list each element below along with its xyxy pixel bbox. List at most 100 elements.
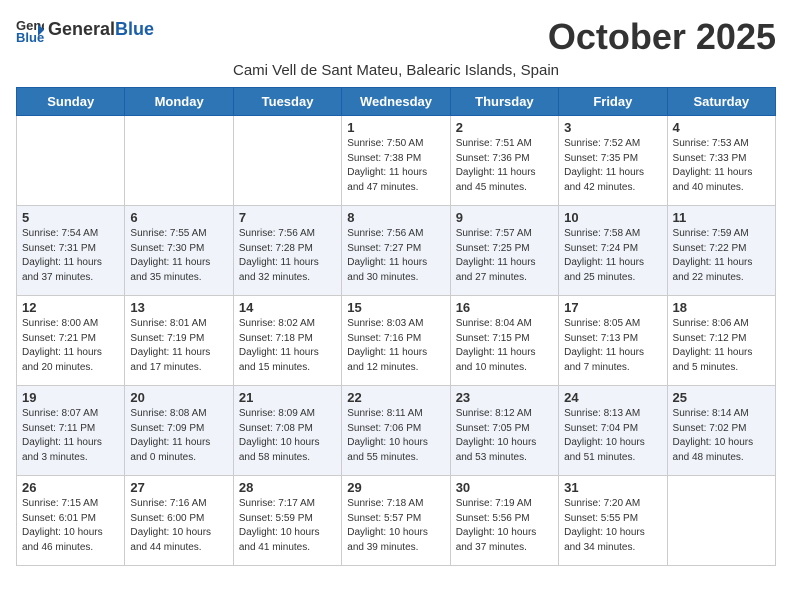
calendar-cell: 7Sunrise: 7:56 AM Sunset: 7:28 PM Daylig… xyxy=(233,206,341,296)
cell-info: Sunrise: 8:07 AM Sunset: 7:11 PM Dayligh… xyxy=(22,408,102,463)
header: General Blue GeneralBlue October 2025 xyxy=(16,16,776,58)
cell-info: Sunrise: 8:02 AM Sunset: 7:18 PM Dayligh… xyxy=(239,318,319,373)
calendar-cell: 31 Sunrise: 7:20 AM Sunset: 5:55 PM Dayli… xyxy=(559,476,667,566)
days-header-row: SundayMondayTuesdayWednesdayThursdayFrid… xyxy=(17,88,776,116)
calendar-cell: 16 Sunrise: 8:04 AM Sunset: 7:15 PM Dayli… xyxy=(450,296,558,386)
cell-info: Sunrise: 7:53 AM Sunset: 7:33 PM Dayligh… xyxy=(673,138,753,193)
day-number: 14 xyxy=(239,300,336,315)
cell-info: Sunrise: 8:08 AM Sunset: 7:09 PM Dayligh… xyxy=(130,408,210,463)
calendar-cell: 14 Sunrise: 8:02 AM Sunset: 7:18 PM Dayli… xyxy=(233,296,341,386)
calendar-cell: 6Sunrise: 7:55 AM Sunset: 7:30 PM Daylig… xyxy=(125,206,233,296)
day-number: 7 xyxy=(239,210,336,225)
calendar-week-5: 26 Sunrise: 7:15 AM Sunset: 6:01 PM Dayli… xyxy=(17,476,776,566)
calendar-week-1: 1 Sunrise: 7:50 AM Sunset: 7:38 PM Daylig… xyxy=(17,116,776,206)
calendar-cell: 17Sunrise: 8:05 AM Sunset: 7:13 PM Dayli… xyxy=(559,296,667,386)
day-number: 11 xyxy=(673,210,770,225)
calendar-week-4: 19Sunrise: 8:07 AM Sunset: 7:11 PM Dayli… xyxy=(17,386,776,476)
calendar-cell: 28Sunrise: 7:17 AM Sunset: 5:59 PM Dayli… xyxy=(233,476,341,566)
day-header-wednesday: Wednesday xyxy=(342,88,450,116)
calendar-cell: 23 Sunrise: 8:12 AM Sunset: 7:05 PM Dayli… xyxy=(450,386,558,476)
calendar-cell xyxy=(233,116,341,206)
day-header-saturday: Saturday xyxy=(667,88,775,116)
day-number: 4 xyxy=(673,120,770,135)
day-number: 10 xyxy=(564,210,661,225)
cell-info: Sunrise: 8:00 AM Sunset: 7:21 PM Dayligh… xyxy=(22,318,102,373)
day-number: 29 xyxy=(347,480,444,495)
cell-info: Sunrise: 7:56 AM Sunset: 7:27 PM Dayligh… xyxy=(347,228,427,283)
day-number: 18 xyxy=(673,300,770,315)
calendar-cell: 13 Sunrise: 8:01 AM Sunset: 7:19 PM Dayli… xyxy=(125,296,233,386)
calendar-cell xyxy=(667,476,775,566)
day-header-tuesday: Tuesday xyxy=(233,88,341,116)
calendar-cell xyxy=(17,116,125,206)
cell-info: Sunrise: 8:13 AM Sunset: 7:04 PM Dayligh… xyxy=(564,408,645,463)
day-header-monday: Monday xyxy=(125,88,233,116)
day-number: 31 xyxy=(564,480,661,495)
cell-info: Sunrise: 7:54 AM Sunset: 7:31 PM Dayligh… xyxy=(22,228,102,283)
day-number: 27 xyxy=(130,480,227,495)
calendar-cell: 21Sunrise: 8:09 AM Sunset: 7:08 PM Dayli… xyxy=(233,386,341,476)
cell-info: Sunrise: 7:16 AM Sunset: 6:00 PM Dayligh… xyxy=(130,498,211,553)
calendar-cell: 9Sunrise: 7:57 AM Sunset: 7:25 PM Daylig… xyxy=(450,206,558,296)
calendar-cell: 30 Sunrise: 7:19 AM Sunset: 5:56 PM Dayli… xyxy=(450,476,558,566)
day-header-friday: Friday xyxy=(559,88,667,116)
logo-icon: General Blue xyxy=(16,16,44,44)
calendar-cell: 18 Sunrise: 8:06 AM Sunset: 7:12 PM Dayli… xyxy=(667,296,775,386)
calendar-cell: 20 Sunrise: 8:08 AM Sunset: 7:09 PM Dayli… xyxy=(125,386,233,476)
calendar-body: 1 Sunrise: 7:50 AM Sunset: 7:38 PM Daylig… xyxy=(17,116,776,566)
calendar-cell: 5Sunrise: 7:54 AM Sunset: 7:31 PM Daylig… xyxy=(17,206,125,296)
day-number: 16 xyxy=(456,300,553,315)
day-number: 3 xyxy=(564,120,661,135)
day-number: 24 xyxy=(564,390,661,405)
calendar-cell: 19Sunrise: 8:07 AM Sunset: 7:11 PM Dayli… xyxy=(17,386,125,476)
cell-info: Sunrise: 8:04 AM Sunset: 7:15 PM Dayligh… xyxy=(456,318,536,373)
cell-info: Sunrise: 7:50 AM Sunset: 7:38 PM Dayligh… xyxy=(347,138,427,193)
day-number: 2 xyxy=(456,120,553,135)
cell-info: Sunrise: 7:55 AM Sunset: 7:30 PM Dayligh… xyxy=(130,228,210,283)
cell-info: Sunrise: 7:18 AM Sunset: 5:57 PM Dayligh… xyxy=(347,498,428,553)
calendar-cell: 29 Sunrise: 7:18 AM Sunset: 5:57 PM Dayli… xyxy=(342,476,450,566)
cell-info: Sunrise: 8:06 AM Sunset: 7:12 PM Dayligh… xyxy=(673,318,753,373)
day-number: 13 xyxy=(130,300,227,315)
day-number: 26 xyxy=(22,480,119,495)
day-number: 20 xyxy=(130,390,227,405)
cell-info: Sunrise: 7:20 AM Sunset: 5:55 PM Dayligh… xyxy=(564,498,645,553)
day-number: 23 xyxy=(456,390,553,405)
day-number: 8 xyxy=(347,210,444,225)
cell-info: Sunrise: 7:15 AM Sunset: 6:01 PM Dayligh… xyxy=(22,498,103,553)
cell-info: Sunrise: 7:57 AM Sunset: 7:25 PM Dayligh… xyxy=(456,228,536,283)
logo: General Blue GeneralBlue xyxy=(16,16,154,44)
cell-info: Sunrise: 8:09 AM Sunset: 7:08 PM Dayligh… xyxy=(239,408,320,463)
day-number: 15 xyxy=(347,300,444,315)
day-number: 25 xyxy=(673,390,770,405)
calendar-cell: 25 Sunrise: 8:14 AM Sunset: 7:02 PM Dayli… xyxy=(667,386,775,476)
location-title: Cami Vell de Sant Mateu, Balearic Island… xyxy=(16,62,776,79)
cell-info: Sunrise: 8:11 AM Sunset: 7:06 PM Dayligh… xyxy=(347,408,428,463)
cell-info: Sunrise: 7:58 AM Sunset: 7:24 PM Dayligh… xyxy=(564,228,644,283)
day-header-thursday: Thursday xyxy=(450,88,558,116)
day-number: 1 xyxy=(347,120,444,135)
cell-info: Sunrise: 8:01 AM Sunset: 7:19 PM Dayligh… xyxy=(130,318,210,373)
calendar-cell: 2Sunrise: 7:51 AM Sunset: 7:36 PM Daylig… xyxy=(450,116,558,206)
cell-info: Sunrise: 7:19 AM Sunset: 5:56 PM Dayligh… xyxy=(456,498,537,553)
calendar-cell: 11Sunrise: 7:59 AM Sunset: 7:22 PM Dayli… xyxy=(667,206,775,296)
cell-info: Sunrise: 8:14 AM Sunset: 7:02 PM Dayligh… xyxy=(673,408,754,463)
day-number: 12 xyxy=(22,300,119,315)
calendar-cell: 10 Sunrise: 7:58 AM Sunset: 7:24 PM Dayli… xyxy=(559,206,667,296)
day-number: 17 xyxy=(564,300,661,315)
calendar-cell: 22 Sunrise: 8:11 AM Sunset: 7:06 PM Dayli… xyxy=(342,386,450,476)
calendar-cell: 15Sunrise: 8:03 AM Sunset: 7:16 PM Dayli… xyxy=(342,296,450,386)
calendar-cell: 12 Sunrise: 8:00 AM Sunset: 7:21 PM Dayli… xyxy=(17,296,125,386)
cell-info: Sunrise: 7:52 AM Sunset: 7:35 PM Dayligh… xyxy=(564,138,644,193)
day-number: 30 xyxy=(456,480,553,495)
calendar-cell: 8 Sunrise: 7:56 AM Sunset: 7:27 PM Daylig… xyxy=(342,206,450,296)
logo-text: GeneralBlue xyxy=(48,20,154,40)
calendar-week-2: 5Sunrise: 7:54 AM Sunset: 7:31 PM Daylig… xyxy=(17,206,776,296)
cell-info: Sunrise: 8:12 AM Sunset: 7:05 PM Dayligh… xyxy=(456,408,537,463)
day-header-sunday: Sunday xyxy=(17,88,125,116)
month-title: October 2025 xyxy=(548,16,776,58)
calendar-cell xyxy=(125,116,233,206)
calendar-cell: 3 Sunrise: 7:52 AM Sunset: 7:35 PM Daylig… xyxy=(559,116,667,206)
day-number: 22 xyxy=(347,390,444,405)
calendar-cell: 1 Sunrise: 7:50 AM Sunset: 7:38 PM Daylig… xyxy=(342,116,450,206)
